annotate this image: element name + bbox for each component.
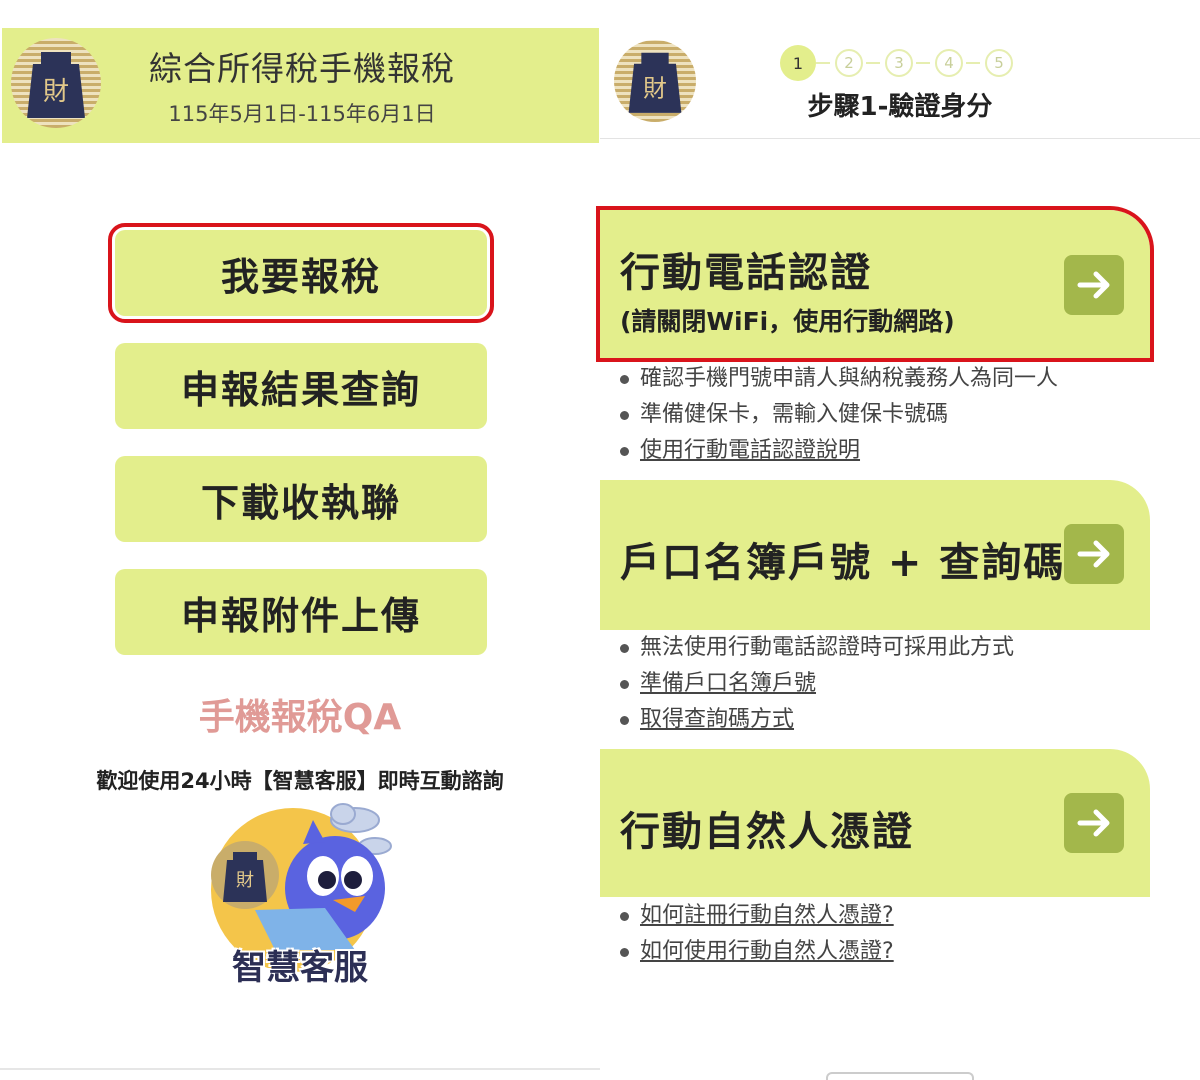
download-receipt-button[interactable]: 下載收執聯	[115, 456, 487, 542]
step-3: 3	[885, 49, 913, 77]
list-item: 確認手機門號申請人與納稅義務人為同一人	[620, 361, 1058, 397]
chatbot-label[interactable]: 智慧客服	[200, 940, 400, 989]
filing-period: 115年5月1日-115年6月1日	[168, 102, 436, 126]
upload-attachment-button[interactable]: 申報附件上傳	[115, 569, 487, 655]
step-1: 1	[780, 45, 816, 81]
mobile-filing-qa-link[interactable]: 手機報稅QA	[100, 688, 500, 740]
register-certificate-link[interactable]: 如何註冊行動自然人憑證?	[620, 898, 894, 934]
tax-bureau-logo-icon: 財	[11, 38, 101, 128]
arrow-right-icon[interactable]	[1064, 793, 1124, 853]
svg-text:財: 財	[643, 74, 667, 102]
household-registration-option[interactable]: 戶口名簿戶號 + 查詢碼	[600, 480, 1150, 630]
chatbot-welcome-text: 歡迎使用24小時【智慧客服】即時互動諮詢	[96, 769, 504, 793]
bottom-tab	[826, 1072, 974, 1080]
list-item: 無法使用行動電話認證時可採用此方式	[620, 630, 1014, 666]
step-2: 2	[835, 49, 863, 77]
file-tax-button[interactable]: 我要報稅	[108, 223, 494, 323]
step-indicator: 1 2 3 4 5	[780, 45, 1030, 81]
option-notes: 無法使用行動電話認證時可採用此方式 準備戶口名簿戶號 取得查詢碼方式	[620, 630, 1014, 738]
option-title: 行動電話認證	[620, 250, 872, 296]
divider	[600, 138, 1200, 139]
arrow-right-icon[interactable]	[1064, 255, 1124, 315]
household-number-link[interactable]: 準備戶口名簿戶號	[620, 666, 1014, 702]
option-title: 行動自然人憑證	[620, 809, 914, 855]
step-connector	[816, 62, 830, 64]
mobile-verification-help-link[interactable]: 使用行動電話認證說明	[620, 433, 1058, 469]
tax-bureau-logo-icon: 財	[614, 40, 696, 122]
use-certificate-link[interactable]: 如何使用行動自然人憑證?	[620, 934, 894, 970]
step-caption: 步驟1-驗證身分	[807, 92, 993, 122]
svg-text:財: 財	[43, 77, 69, 107]
step-connector	[866, 62, 880, 64]
right-screen: 財 1 2 3 4 5 步驟1-驗證身分 行動電話認證 (請關閉WiFi，使用行…	[596, 0, 1200, 1080]
step-4: 4	[935, 49, 963, 77]
svg-text:財: 財	[236, 870, 254, 891]
left-screen: 財 綜合所得稅手機報稅 115年5月1日-115年6月1日 我要報稅 申報結果查…	[0, 0, 600, 1080]
step-5: 5	[985, 49, 1013, 77]
option-notes: 如何註冊行動自然人憑證? 如何使用行動自然人憑證?	[620, 898, 894, 970]
app-header: 財 綜合所得稅手機報稅 115年5月1日-115年6月1日	[2, 28, 599, 143]
step-connector	[966, 62, 980, 64]
option-notes: 確認手機門號申請人與納稅義務人為同一人 準備健保卡，需輸入健保卡號碼 使用行動電…	[620, 361, 1058, 469]
list-item: 準備健保卡，需輸入健保卡號碼	[620, 397, 1058, 433]
step-connector	[916, 62, 930, 64]
filing-result-query-button[interactable]: 申報結果查詢	[115, 343, 487, 429]
mobile-phone-verification-option[interactable]: 行動電話認證 (請關閉WiFi，使用行動網路)	[596, 206, 1154, 362]
divider	[0, 1068, 600, 1070]
query-code-link[interactable]: 取得查詢碼方式	[620, 702, 1014, 738]
app-title: 綜合所得稅手機報稅	[149, 49, 455, 88]
option-title: 戶口名簿戶號 + 查詢碼	[620, 540, 1066, 586]
mobile-citizen-certificate-option[interactable]: 行動自然人憑證	[600, 749, 1150, 897]
option-subtitle: (請關閉WiFi，使用行動網路)	[620, 307, 955, 336]
arrow-right-icon[interactable]	[1064, 524, 1124, 584]
